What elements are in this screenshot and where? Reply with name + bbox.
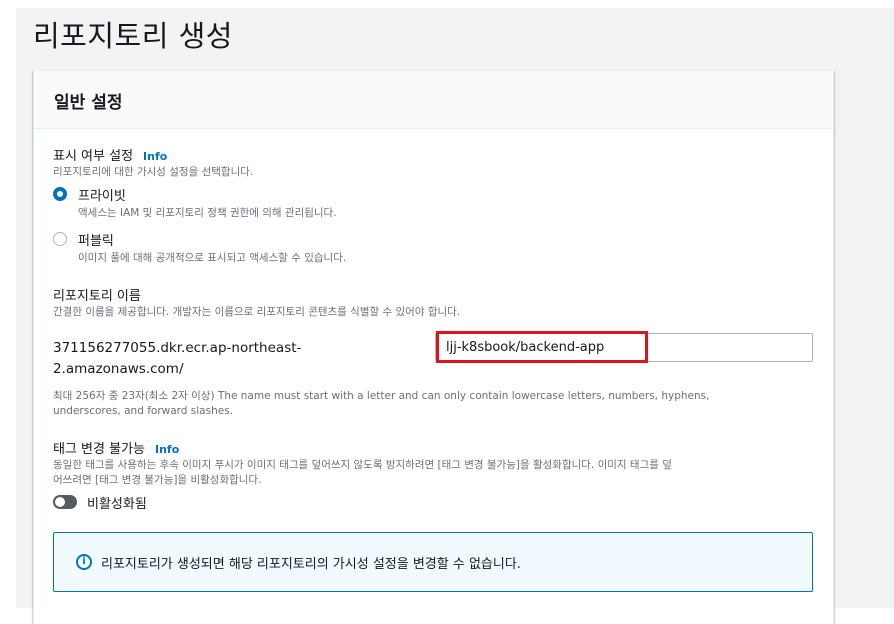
toggle-knob — [55, 497, 65, 507]
private-radio[interactable] — [53, 187, 67, 201]
visibility-info-link[interactable]: Info — [143, 150, 167, 163]
repo-name-input[interactable] — [435, 333, 813, 362]
private-radio-description: 액세스는 IAM 및 리포지토리 정책 권한에 의해 관리됩니다. — [78, 207, 337, 219]
visibility-label: 표시 여부 설정 — [53, 149, 134, 164]
visibility-label-row: 표시 여부 설정 Info — [53, 145, 167, 164]
visibility-description: 리포지토리에 대한 가시성 설정을 선택합니다. — [53, 166, 254, 178]
repo-name-label: 리포지토리 이름 — [53, 289, 141, 304]
alert-text: 리포지토리가 생성되면 해당 리포지토리의 가시성 설정을 변경할 수 없습니다… — [101, 557, 521, 572]
visibility-info-alert: i 리포지토리가 생성되면 해당 리포지토리의 가시성 설정을 변경할 수 없습… — [53, 532, 813, 592]
tag-immutability-label: 태그 변경 불가능 — [53, 442, 145, 457]
info-circle-icon: i — [76, 554, 92, 570]
repo-uri-prefix-line2: 2.amazonaws.com/ — [53, 361, 184, 377]
private-radio-label[interactable]: 프라이빗 — [78, 185, 126, 204]
tag-immutability-description: 동일한 태그를 사용하는 후속 이미지 푸시가 이미지 태그를 덮어쓰지 않도록… — [53, 457, 813, 487]
public-radio[interactable] — [53, 232, 67, 246]
tag-immutability-toggle[interactable] — [53, 495, 77, 509]
repo-name-hint: 최대 256자 중 23자(최소 2자 이상) The name must st… — [53, 388, 709, 417]
tag-immutability-description-line1: 동일한 태그를 사용하는 후속 이미지 푸시가 이미지 태그를 덮어쓰지 않도록… — [53, 459, 672, 471]
public-radio-description: 이미지 풀에 대해 공개적으로 표시되고 액세스할 수 있습니다. — [78, 252, 347, 264]
tag-immutability-toggle-label: 비활성화됨 — [87, 497, 147, 512]
page-title: 리포지토리 생성 — [33, 19, 233, 53]
public-radio-label[interactable]: 퍼블릭 — [78, 230, 114, 249]
tag-immutability-label-row: 태그 변경 불가능 Info — [53, 438, 179, 457]
repo-name-hint-line1: 최대 256자 중 23자(최소 2자 이상) The name must st… — [53, 390, 710, 402]
tag-immutability-description-line2: 어쓰려면 [태그 변경 불가능]을 비활성화합니다. — [53, 474, 262, 486]
repo-name-description: 간결한 이름을 제공합니다. 개발자는 이름으로 리포지토리 콘텐츠를 식별할 … — [53, 306, 461, 318]
repo-uri-prefix-line1: 371156277055.dkr.ecr.ap-northeast- — [53, 340, 302, 356]
panel-header-title: 일반 설정 — [54, 93, 123, 113]
panel-header: 일반 설정 — [34, 71, 833, 129]
tag-immutability-info-link[interactable]: Info — [155, 443, 179, 456]
repo-uri-prefix: 371156277055.dkr.ecr.ap-northeast- 2.ama… — [53, 338, 353, 380]
repo-name-hint-line2: underscores, and forward slashes. — [53, 405, 234, 417]
